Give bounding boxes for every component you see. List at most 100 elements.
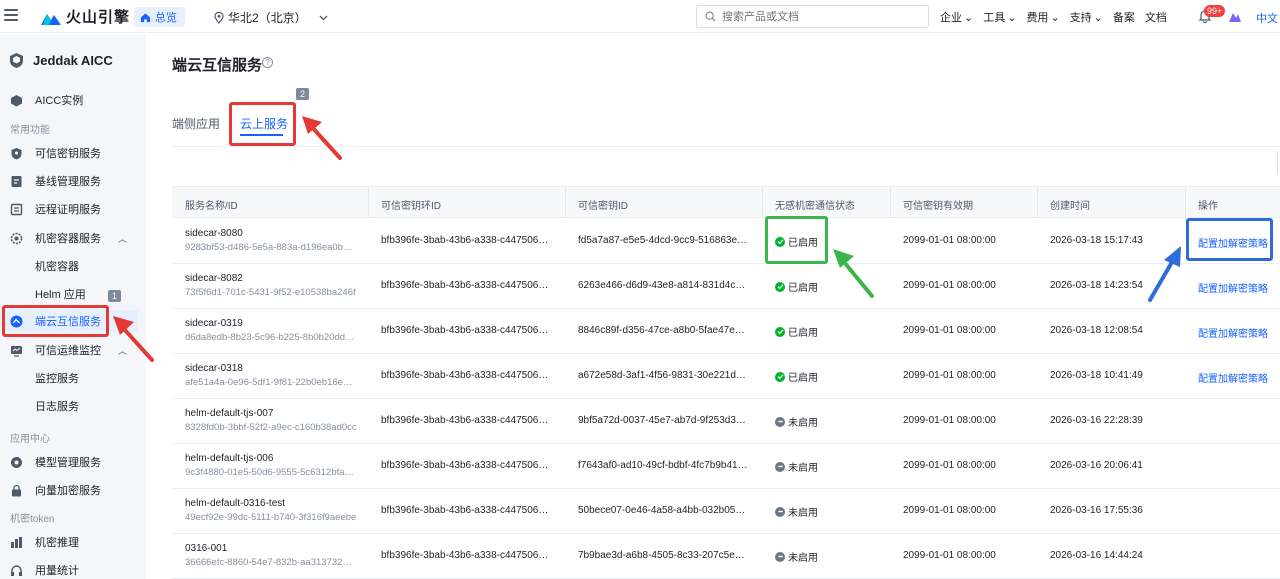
search-box[interactable] (696, 5, 929, 28)
col-header-keyring: 可信密钥环ID (381, 201, 441, 212)
col-header-expiry: 可信密钥有效期 (903, 201, 973, 212)
sidebar-item-aicc-instance[interactable]: AICC实例 (0, 89, 146, 111)
sidebar-subitem-helm[interactable]: Helm 应用 (0, 283, 146, 305)
sidebar-subitem-logs[interactable]: 日志服务 (0, 395, 146, 417)
tab-edge-apps[interactable]: 端侧应用 (172, 115, 220, 132)
help-icon[interactable]: ? (262, 57, 273, 68)
keyring-id: bfb396fe-3bab-43b6-a338-c44750645b… (381, 235, 551, 246)
service-name[interactable]: sidecar-0318 (185, 363, 355, 374)
expiry-time: 2099-01-01 08:00:00 (903, 235, 996, 246)
annotation-step-1: 1 (108, 290, 121, 302)
nav-icp[interactable]: 备案 (1113, 9, 1135, 25)
nav-support[interactable]: 支持 ⌄ (1070, 9, 1103, 25)
column-divider (1037, 187, 1038, 218)
certificate-icon (10, 203, 23, 215)
check-circle-icon (775, 281, 785, 292)
created-time: 2026-03-18 14:23:54 (1050, 280, 1143, 291)
search-icon (705, 11, 716, 22)
col-header-created: 创建时间 (1050, 201, 1090, 212)
language-switch[interactable]: 中文 (1256, 10, 1278, 26)
nav-enterprise[interactable]: 企业 ⌄ (940, 9, 973, 25)
volcano-logo-icon (41, 13, 61, 25)
nav-tools[interactable]: 工具 ⌄ (983, 9, 1016, 25)
annotation-step-2: 2 (296, 88, 309, 100)
sidebar-item-usage[interactable]: 用量统计 (0, 559, 146, 579)
key-id: 8846c89f-d356-47ce-a8b0-5fae47e982f2 (578, 325, 750, 336)
expiry-time: 2099-01-01 08:00:00 (903, 325, 996, 336)
service-name[interactable]: helm-default-tjs-007 (185, 408, 355, 419)
service-name[interactable]: sidecar-8080 (185, 228, 355, 239)
logo[interactable]: 火山引擎 (40, 6, 130, 27)
status-label: 未启用 (788, 463, 818, 474)
sidebar-item-trusted-ops[interactable]: 可信运维监控 ︿ (0, 339, 146, 361)
col-header-name: 服务名称/ID (185, 201, 238, 212)
minus-circle-icon (775, 416, 785, 427)
sidebar-subitem-monitor[interactable]: 监控服务 (0, 367, 146, 389)
col-header-actions: 操作 (1198, 201, 1218, 212)
table-row: sidecar-8082 73f5f6d1-701c-5431-9f52-e105… (172, 264, 1280, 309)
expiry-time: 2099-01-01 08:00:00 (903, 415, 996, 426)
sidebar-item-label: Helm 应用 (35, 289, 86, 301)
sidebar-item-confidential-inference[interactable]: 机密推理 (0, 531, 146, 553)
service-name[interactable]: sidecar-0319 (185, 318, 355, 329)
service-id: 9283bf53-d486-5e5a-883a-d196ea0bce… (185, 242, 357, 253)
service-name[interactable]: 0316-001 (185, 543, 355, 554)
sidebar-item-label: 可信密钥服务 (35, 148, 101, 160)
service-id: 8328fd0b-3bbf-52f2-a9ec-c160b38ad0cc (185, 422, 357, 433)
service-name[interactable]: helm-default-0316-test (185, 498, 355, 509)
nav-icp-label: 备案 (1112, 12, 1135, 24)
sidebar-item-label: 可信运维监控 (35, 345, 101, 357)
sidebar-item-baseline[interactable]: 基线管理服务 (0, 170, 146, 192)
overview-button[interactable]: 总览 (134, 7, 185, 27)
created-time: 2026-03-16 20:06:41 (1050, 460, 1143, 471)
chevron-up-icon: ︿ (118, 233, 128, 244)
user-avatar-icon[interactable] (1228, 9, 1242, 23)
service-id: 73f5f6d1-701c-5431-9f52-e10538ba246f (185, 287, 356, 298)
notification-badge: 99+ (1204, 5, 1226, 17)
keyring-id: bfb396fe-3bab-43b6-a338-c44750645b… (381, 505, 551, 516)
sidebar-subitem-container[interactable]: 机密容器 (0, 255, 146, 277)
overview-label: 总览 (155, 12, 177, 24)
model-icon (11, 456, 22, 468)
product-title-label: Jeddak AICC (33, 53, 113, 68)
annotation-box-sidebar (2, 305, 109, 337)
chevron-down-icon: ⌄ (1093, 11, 1103, 24)
cube-icon (11, 94, 22, 106)
expiry-time: 2099-01-01 08:00:00 (903, 505, 996, 516)
created-time: 2026-03-16 14:44:24 (1050, 550, 1143, 561)
sidebar-item-confidential-container[interactable]: 机密容器服务 ︿ (0, 227, 146, 249)
created-time: 2026-03-18 10:41:49 (1050, 370, 1143, 381)
sidebar-item-vector-encrypt[interactable]: 向量加密服务 (0, 479, 146, 501)
sidebar-item-label: 模型管理服务 (35, 457, 101, 469)
sidebar-item-label: 机密容器 (35, 261, 79, 273)
minus-circle-icon (775, 551, 785, 562)
nav-docs-label: 文档 (1144, 12, 1167, 24)
table-row: sidecar-0318 afe51a4a-0e96-5df1-9f81-22b0… (172, 354, 1280, 399)
col-header-status: 无感机密通信状态 (775, 201, 855, 212)
sidebar-item-model-mgmt[interactable]: 模型管理服务 (0, 451, 146, 473)
menu-icon[interactable] (4, 9, 18, 21)
configure-policy-link[interactable]: 配置加解密策略 (1198, 370, 1268, 385)
nav-billing[interactable]: 费用 ⌄ (1026, 9, 1059, 25)
configure-policy-link[interactable]: 配置加解密策略 (1198, 280, 1268, 295)
nav-docs[interactable]: 文档 (1145, 9, 1167, 25)
status-badge: 已启用 (775, 279, 818, 294)
table-row: helm-default-tjs-007 8328fd0b-3bbf-52f2-a… (172, 399, 1280, 444)
column-divider (368, 187, 369, 218)
keyring-id: bfb396fe-3bab-43b6-a338-c44750645b… (381, 325, 551, 336)
lock-icon (12, 484, 21, 496)
region-selector[interactable]: 华北2（北京） (214, 9, 328, 26)
service-name[interactable]: helm-default-tjs-006 (185, 453, 355, 464)
sidebar-item-attestation[interactable]: 远程证明服务 (0, 198, 146, 220)
sidebar-item-trusted-key[interactable]: 可信密钥服务 (0, 142, 146, 164)
search-input[interactable] (722, 10, 912, 23)
status-badge: 未启用 (775, 504, 818, 519)
keyring-id: bfb396fe-3bab-43b6-a338-c44750645b… (381, 460, 551, 471)
shield-key-icon (11, 147, 22, 159)
location-pin-icon (214, 11, 224, 24)
key-id: 50bece07-0e46-4a58-a4bb-032b0595ed… (578, 505, 750, 516)
created-time: 2026-03-18 12:08:54 (1050, 325, 1143, 336)
services-table: 服务名称/ID 可信密钥环ID 可信密钥ID 无感机密通信状态 可信密钥有效期 … (172, 186, 1280, 579)
service-name[interactable]: sidecar-8082 (185, 273, 355, 284)
configure-policy-link[interactable]: 配置加解密策略 (1198, 325, 1268, 340)
